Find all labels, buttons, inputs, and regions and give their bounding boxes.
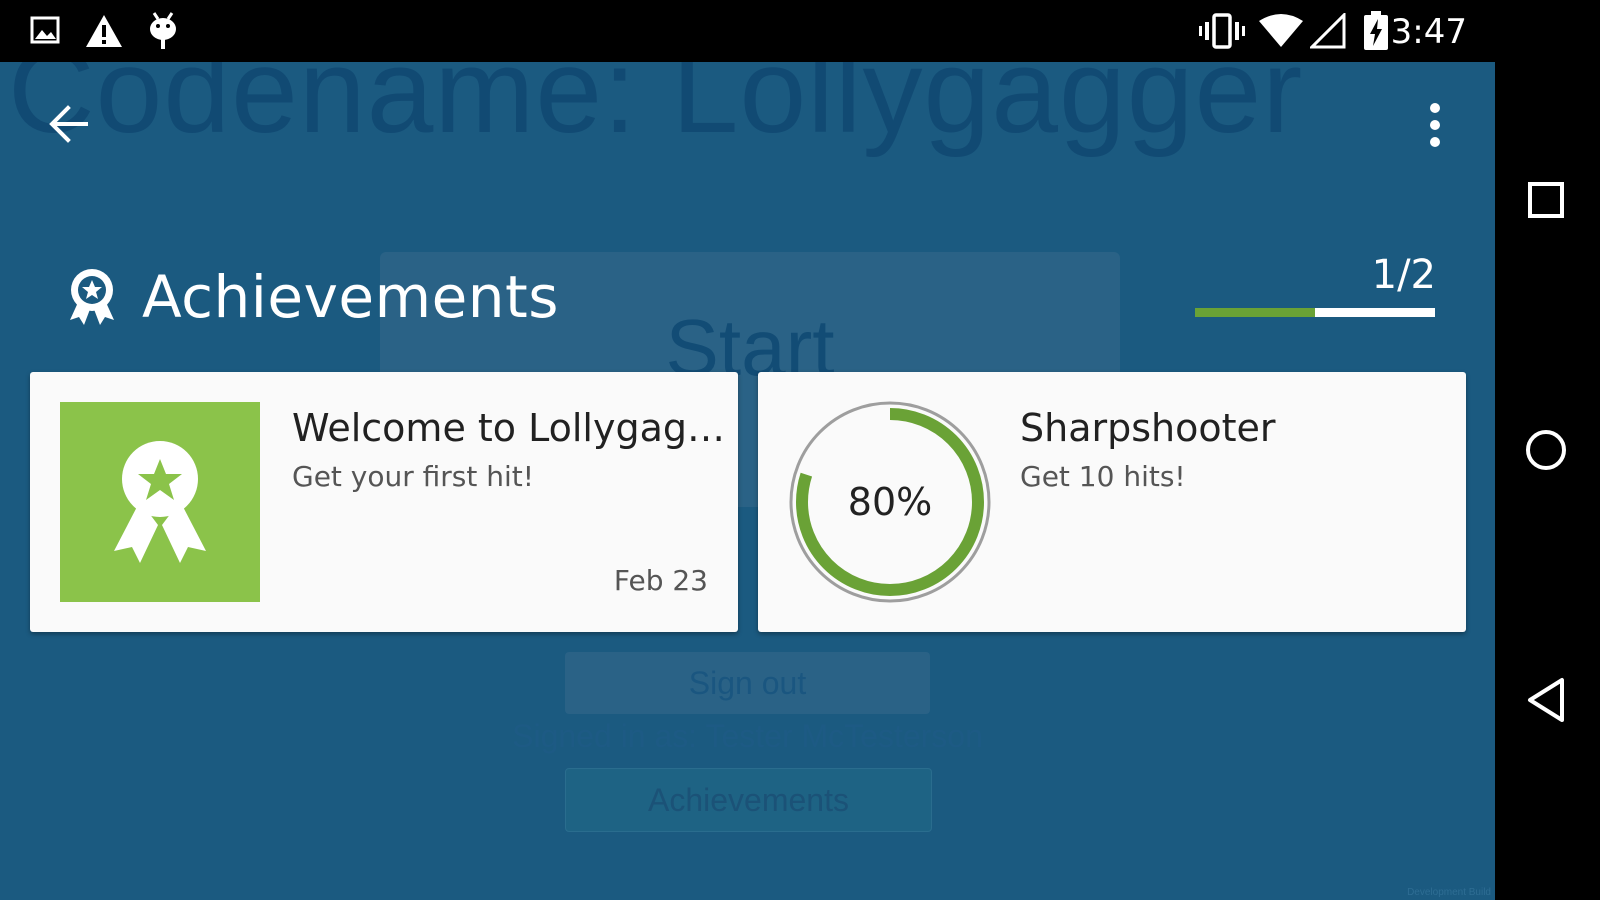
overflow-menu-icon — [1430, 103, 1440, 147]
achievement-date: Feb 23 — [613, 564, 708, 597]
background-achievements-button: Achievements — [565, 768, 932, 832]
award-icon — [114, 441, 206, 563]
signal-icon — [1308, 11, 1346, 54]
achievement-title: Welcome to Lollygag… — [292, 406, 726, 450]
overflow-menu-button[interactable] — [1420, 100, 1450, 150]
battery-charging-icon — [1363, 11, 1389, 56]
achievement-card-welcome[interactable]: Welcome to Lollygag… Get your first hit!… — [30, 372, 738, 632]
status-bar: 3:47 — [0, 0, 1495, 62]
background-signed-in-text: Signed in as: Tester McTesterson — [512, 718, 983, 754]
background-app-title: Codename: Lollygagger — [8, 62, 1304, 158]
recents-button[interactable] — [1521, 175, 1571, 225]
achievement-progress-label: 80% — [847, 480, 933, 524]
home-button[interactable] — [1521, 425, 1571, 475]
achievement-description: Get your first hit! — [292, 460, 535, 493]
achievement-progress-ring: 80% — [788, 400, 992, 604]
wifi-icon — [1258, 13, 1304, 54]
screen: 3:47 Codename: Lollygagger Start Sign ou… — [0, 0, 1600, 900]
back-arrow-icon — [49, 105, 88, 143]
warning-icon — [84, 13, 124, 54]
achievement-description: Get 10 hits! — [1020, 460, 1186, 493]
achievement-progress-fill — [1195, 308, 1315, 317]
navigation-bar — [1495, 0, 1600, 900]
achievement-card-sharpshooter[interactable]: 80% Sharpshooter Get 10 hits! — [758, 372, 1466, 632]
achievement-progress-count: 1/2 — [1371, 252, 1436, 298]
back-button[interactable] — [42, 96, 98, 152]
recents-icon — [1528, 182, 1564, 218]
home-icon — [1526, 430, 1566, 470]
system-back-button[interactable] — [1521, 675, 1571, 725]
achievements-header: Achievements — [66, 257, 559, 337]
achievement-progress-bar — [1195, 308, 1435, 317]
status-clock: 3:47 — [1390, 12, 1467, 52]
achievements-title: Achievements — [142, 263, 560, 331]
android-debug-icon — [148, 11, 178, 56]
background-signout-button: Sign out — [565, 652, 930, 714]
back-icon — [1528, 678, 1564, 722]
vibrate-icon — [1198, 13, 1246, 54]
image-icon — [30, 16, 60, 49]
achievement-unlocked-image — [60, 402, 260, 602]
award-icon — [70, 269, 114, 325]
app-area: Codename: Lollygagger Start Sign out Sig… — [0, 62, 1495, 900]
achievement-title: Sharpshooter — [1020, 406, 1276, 450]
dev-build-label: Development Build — [1407, 887, 1491, 898]
